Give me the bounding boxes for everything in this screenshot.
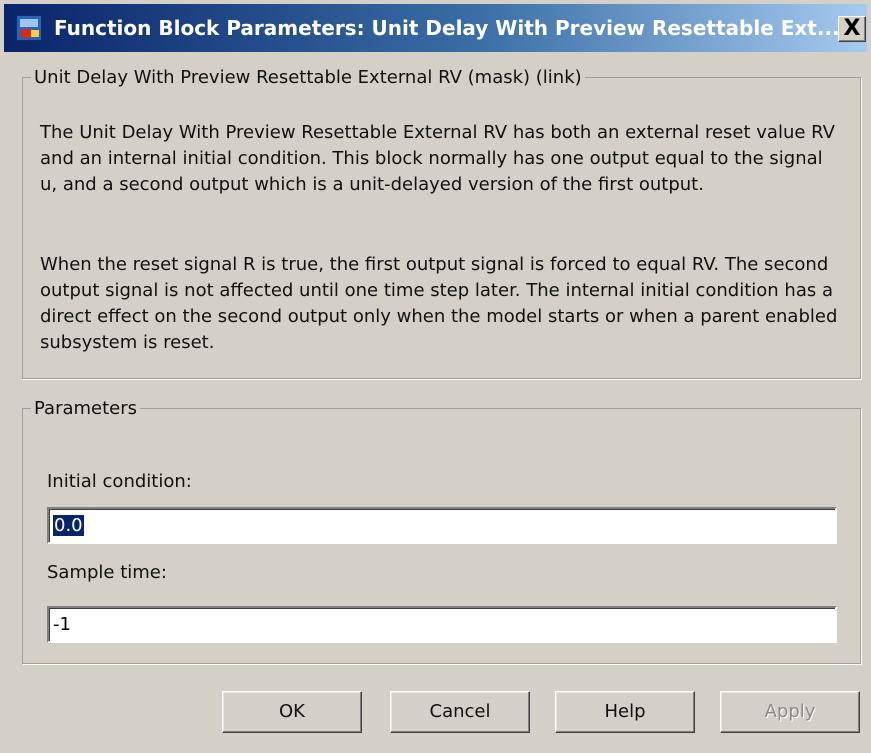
apply-button[interactable]: Apply	[720, 691, 860, 733]
simulink-block-icon	[16, 15, 42, 41]
help-button[interactable]: Help	[555, 691, 695, 733]
sample-time-input[interactable]: -1	[47, 606, 837, 643]
parameters-group: Parameters Initial condition: 0.0 Sample…	[22, 398, 861, 664]
cancel-button[interactable]: Cancel	[390, 691, 530, 733]
description-group: Unit Delay With Preview Resettable Exter…	[22, 67, 861, 379]
initial-condition-input[interactable]: 0.0	[47, 507, 837, 544]
ok-button[interactable]: OK	[222, 691, 362, 733]
description-paragraph: The Unit Delay With Preview Resettable E…	[40, 122, 835, 195]
initial-condition-label: Initial condition:	[47, 471, 192, 492]
description-legend: Unit Delay With Preview Resettable Exter…	[34, 67, 582, 88]
sample-time-label: Sample time:	[47, 562, 167, 583]
initial-condition-value: 0.0	[53, 515, 84, 536]
title-bar[interactable]: Function Block Parameters: Unit Delay Wi…	[4, 4, 867, 52]
close-button[interactable]: X	[838, 16, 866, 42]
sample-time-value: -1	[53, 614, 71, 635]
window-title: Function Block Parameters: Unit Delay Wi…	[54, 16, 840, 40]
function-block-parameters-dialog: Function Block Parameters: Unit Delay Wi…	[0, 0, 871, 753]
description-paragraph: When the reset signal R is true, the fir…	[40, 254, 838, 353]
parameters-legend: Parameters	[34, 398, 138, 419]
